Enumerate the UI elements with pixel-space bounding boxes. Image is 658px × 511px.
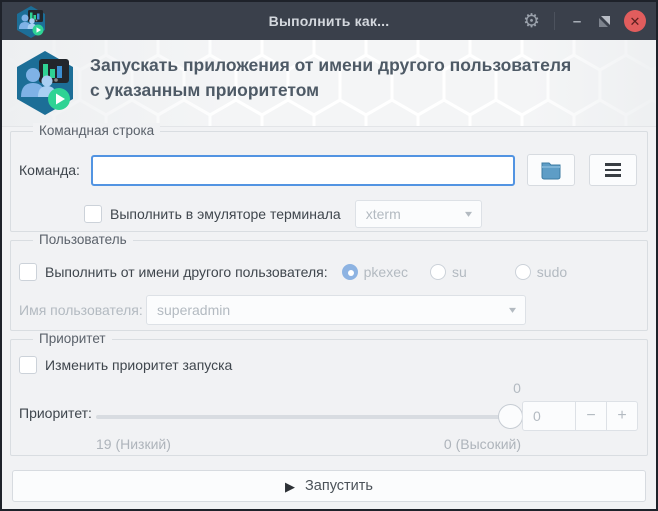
radio-su[interactable]: su (430, 264, 467, 280)
app-icon-large (17, 51, 73, 115)
radio-sudo[interactable]: sudo (514, 264, 568, 280)
radio-sudo-control[interactable] (514, 264, 531, 280)
priority-scale: 19 (Низкий) 0 (Высокий) (96, 436, 521, 452)
slider-value-label: 0 (513, 380, 521, 396)
header-title-line1: Запускать приложения от имени другого по… (90, 55, 572, 75)
username-select[interactable]: superadmin ▾ (146, 295, 526, 325)
radio-su-control[interactable] (430, 264, 446, 280)
close-button[interactable]: ✕ (624, 10, 646, 32)
priority-group-legend: Приоритет (33, 331, 112, 346)
run-as-other-user-label: Выполнить от имени другого пользователя: (45, 264, 328, 280)
priority-low-label: 19 (Низкий) (96, 436, 171, 452)
change-priority-label: Изменить приоритет запуска (45, 357, 233, 373)
settings-gear-icon[interactable]: ⚙ (523, 12, 540, 31)
radio-pkexec[interactable]: pkexec (341, 264, 408, 280)
username-value: superadmin (157, 302, 231, 318)
titlebar-separator (554, 12, 555, 30)
change-priority-row: Изменить приоритет запуска (19, 354, 232, 376)
spinbox-plus-button[interactable]: + (606, 402, 637, 430)
priority-slider-handle[interactable] (498, 404, 523, 429)
chevron-down-icon: ▾ (464, 208, 472, 220)
app-window: Выполнить как... ⚙ – ✕ Запускать приложе… (0, 0, 658, 511)
command-row: Команда: (19, 154, 637, 186)
radio-pkexec-control[interactable] (341, 264, 358, 280)
run-as-other-user-checkbox[interactable] (19, 263, 37, 281)
terminal-option-row: Выполнить в эмуляторе терминала xterm ▾ (84, 200, 482, 228)
priority-label: Приоритет: (19, 405, 92, 421)
app-icon-small (17, 6, 45, 38)
run-in-terminal-label: Выполнить в эмуляторе терминала (110, 206, 341, 222)
radio-sudo-label: sudo (536, 264, 568, 280)
restore-button[interactable] (599, 15, 610, 27)
command-input[interactable] (91, 154, 515, 186)
username-label: Имя пользователя: (19, 302, 143, 318)
options-menu-button[interactable] (589, 154, 637, 186)
change-priority-checkbox[interactable] (19, 356, 37, 374)
user-group: Пользователь Выполнить от имени другого … (10, 232, 648, 331)
play-icon: ▶ (285, 478, 296, 494)
minimize-button[interactable]: – (569, 13, 585, 30)
run-in-terminal-checkbox[interactable] (84, 205, 102, 223)
header-banner: Запускать приложения от имени другого по… (2, 40, 656, 127)
window-controls: ⚙ – ✕ (523, 2, 646, 40)
priority-group: Приоритет Изменить приоритет запуска 0 П… (10, 331, 648, 456)
main-content: Командная строка Команда: Выполнить в эм… (2, 123, 656, 509)
header-title-line2: с указанным приоритетом (90, 80, 320, 101)
chevron-down-icon: ▾ (508, 304, 517, 316)
radio-su-label: su (452, 264, 467, 280)
run-button-label: Запустить (305, 478, 373, 494)
spinbox-value: 0 (533, 408, 541, 424)
hamburger-icon (605, 163, 621, 177)
run-as-row: Выполнить от имени другого пользователя:… (19, 261, 567, 283)
username-row: Имя пользователя: (19, 295, 143, 325)
command-label: Команда: (19, 162, 80, 178)
radio-pkexec-label: pkexec (363, 264, 408, 280)
priority-high-label: 0 (Высокий) (443, 436, 521, 452)
spinbox-minus-button[interactable]: − (575, 402, 606, 430)
command-group-legend: Командная строка (33, 123, 161, 138)
terminal-emulator-select[interactable]: xterm ▾ (354, 200, 482, 228)
terminal-emulator-value: xterm (365, 206, 401, 222)
browse-folder-button[interactable] (527, 154, 575, 186)
run-button[interactable]: ▶ Запустить (12, 470, 646, 502)
user-group-legend: Пользователь (33, 232, 133, 247)
command-line-group: Командная строка Команда: Выполнить в эм… (10, 123, 648, 232)
priority-slider-track[interactable] (96, 415, 521, 419)
titlebar[interactable]: Выполнить как... ⚙ – ✕ (2, 2, 656, 40)
header-title: Запускать приложения от имени другого по… (90, 53, 571, 104)
priority-spinbox[interactable]: 0 − + (522, 401, 638, 431)
folder-icon (541, 162, 561, 180)
